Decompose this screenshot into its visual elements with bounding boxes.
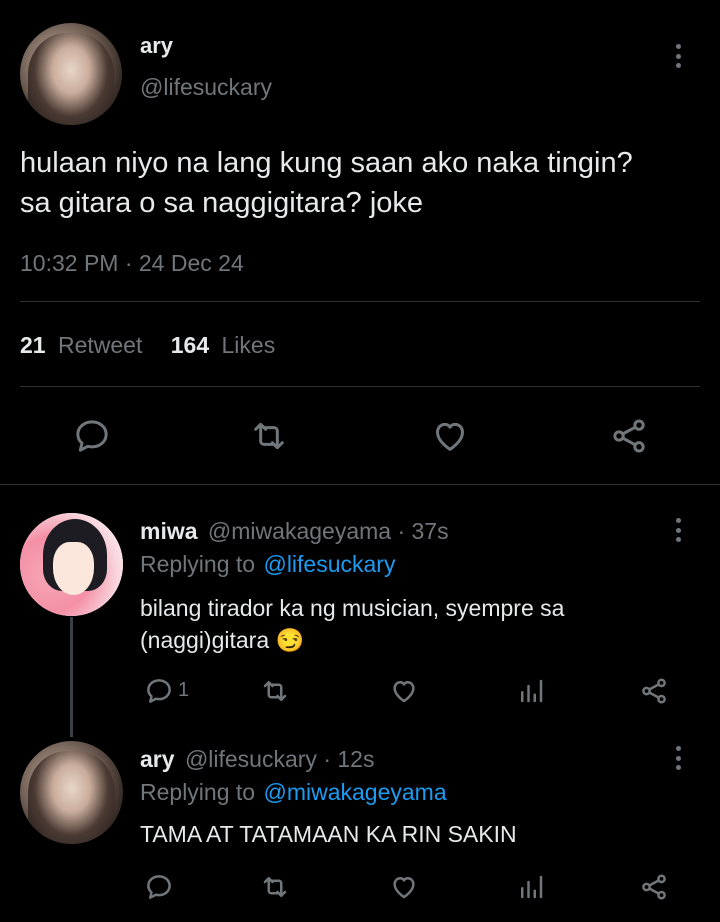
share-icon[interactable] [639,676,669,706]
engagement-stats: 21 Retweet 164 Likes [20,332,275,359]
retweet-icon[interactable] [260,676,290,706]
likes-count[interactable]: 164 [171,332,209,358]
divider [20,301,700,302]
smirk-emoji: 😏 [275,627,305,653]
retweet-label[interactable]: Retweet [58,332,142,358]
replying-to-label: Replying to [140,779,256,805]
share-icon[interactable] [609,416,649,456]
tweet-timestamp[interactable]: 10:32 PM · 24 Dec 24 [20,250,244,277]
more-options-icon[interactable] [675,746,681,770]
reply-text: bilang tirador ka ng musician, syempre s… [140,592,564,656]
heart-icon[interactable] [430,416,470,456]
reply-avatar[interactable] [20,741,123,844]
thread-line [70,617,73,737]
reply-text: TAMA AT TATAMAAN KA RIN SAKIN [140,821,517,847]
reply-text-line: (naggi)gitara [140,627,270,653]
retweet-icon[interactable] [260,872,290,902]
share-icon[interactable] [639,872,669,902]
author-handle[interactable]: @lifesuckary [140,74,272,101]
reply-text-line: bilang tirador ka ng musician, syempre s… [140,595,565,621]
reply-display-name[interactable]: miwa [140,518,198,544]
reply-icon[interactable] [72,416,112,456]
analytics-icon[interactable] [516,872,546,902]
divider [20,386,700,387]
reply-handle-time[interactable]: @lifesuckary · 12s [185,746,375,772]
more-options-icon[interactable] [675,518,681,542]
replying-to-label: Replying to [140,551,256,577]
reply-avatar[interactable] [20,513,123,616]
reply-icon[interactable] [144,676,174,706]
replying-to-handle[interactable]: @miwakageyama [263,779,446,805]
heart-icon[interactable] [389,872,419,902]
reply-header: ary @lifesuckary · 12s [140,746,374,773]
heart-icon[interactable] [389,676,419,706]
tweet-text-line: hulaan niyo na lang kung saan ako naka t… [20,147,633,179]
retweet-count[interactable]: 21 [20,332,46,358]
analytics-icon[interactable] [516,676,546,706]
retweet-icon[interactable] [249,416,289,456]
more-options-icon[interactable] [675,44,681,68]
author-avatar[interactable] [20,23,122,125]
replying-to: Replying to @miwakageyama [140,779,447,806]
reply-count: 1 [178,679,190,701]
tweet-text-line: sa gitara o sa naggigitara? joke [20,187,424,219]
reply-header: miwa @miwakageyama · 37s [140,518,449,545]
reply-handle-time[interactable]: @miwakageyama · 37s [208,518,449,544]
likes-label[interactable]: Likes [222,332,276,358]
reply-display-name[interactable]: ary [140,746,175,772]
replying-to-handle[interactable]: @lifesuckary [263,551,395,577]
author-display-name[interactable]: ary [140,33,173,59]
divider [0,484,720,485]
tweet-text: hulaan niyo na lang kung saan ako naka t… [20,143,633,223]
reply-icon[interactable] [144,872,174,902]
replying-to: Replying to @lifesuckary [140,551,395,578]
